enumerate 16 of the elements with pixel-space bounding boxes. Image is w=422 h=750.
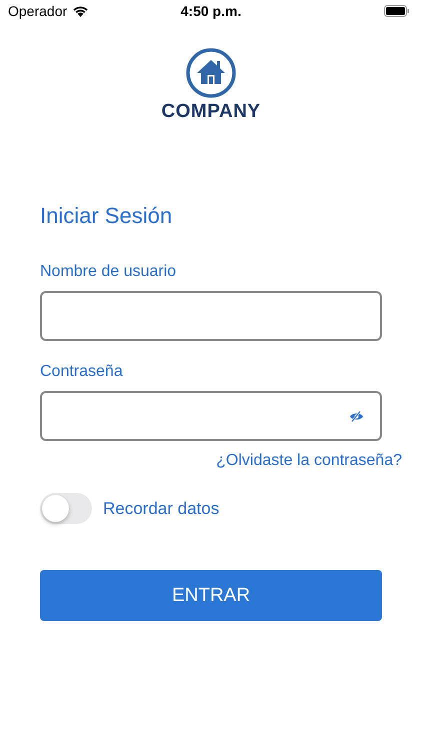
status-time: 4:50 p.m. xyxy=(180,3,242,19)
company-name: COMPANY xyxy=(161,101,261,123)
battery-icon xyxy=(384,5,410,17)
page-title: Iniciar Sesión xyxy=(40,203,174,229)
wifi-icon xyxy=(72,5,90,17)
field-label: Contraseña xyxy=(40,363,124,381)
field-label: Nombre de usuario xyxy=(40,263,178,281)
login-button[interactable]: ENTRAR xyxy=(40,570,382,621)
carrier-name: Operador xyxy=(8,3,68,19)
remember-toggle[interactable] xyxy=(40,493,92,524)
eye-slash-icon[interactable] xyxy=(349,410,364,422)
remember-label: Recordar datos xyxy=(103,498,220,518)
username-field[interactable] xyxy=(40,291,382,341)
forgot-password-link[interactable]: ¿Olvidaste la contraseña? xyxy=(216,452,402,470)
house-logo-icon xyxy=(185,47,237,99)
password-field[interactable] xyxy=(40,391,382,441)
